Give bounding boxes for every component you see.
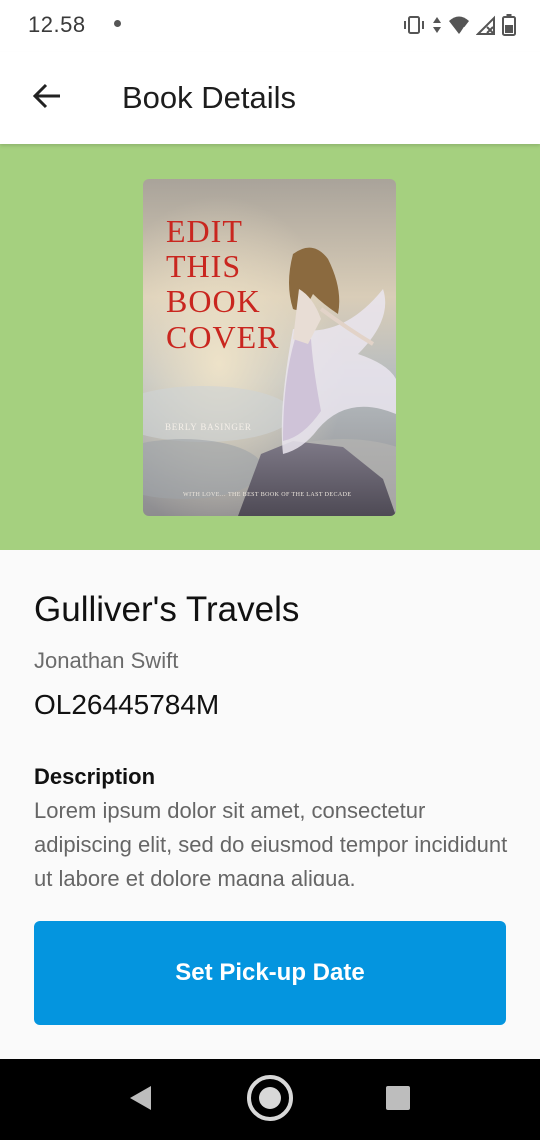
- cover-tagline: WITH LOVE… THE BEST BOOK OF THE LAST DEC…: [183, 492, 352, 498]
- back-button[interactable]: [20, 76, 74, 120]
- notification-dot-icon: [114, 20, 121, 27]
- page-title: Book Details: [122, 80, 297, 115]
- wifi-icon: 4: [448, 15, 470, 35]
- cover-title-line: EDIT: [166, 213, 243, 249]
- square-recents-icon: [385, 1085, 411, 1116]
- cover-title-line: BOOK: [166, 283, 261, 319]
- book-cover-image: EDIT THIS BOOK COVER BERLY BASINGER WITH…: [143, 179, 396, 516]
- cover-title-line: COVER: [166, 319, 280, 355]
- svg-text:4: 4: [461, 26, 466, 35]
- cover-author: BERLY BASINGER: [165, 422, 252, 432]
- status-icons: 4: [402, 12, 516, 38]
- set-pickup-date-button[interactable]: Set Pick-up Date: [34, 921, 506, 1025]
- screen: 12.58 4 Book Details EDIT THIS BOOK COVE…: [0, 0, 540, 1140]
- cover-title-line: THIS: [166, 248, 242, 284]
- nav-back-button[interactable]: [113, 1073, 167, 1127]
- data-transfer-icon: [432, 15, 442, 35]
- description-heading: Description: [34, 764, 156, 789]
- status-bar: 12.58 4: [0, 0, 540, 52]
- status-time: 12.58: [28, 12, 86, 37]
- app-bar: Book Details: [0, 52, 540, 144]
- triangle-back-icon: [127, 1084, 153, 1117]
- battery-icon: [502, 14, 516, 36]
- nav-recents-button[interactable]: [371, 1073, 425, 1127]
- navigation-bar: [0, 1059, 540, 1140]
- book-author: Jonathan Swift: [34, 648, 179, 673]
- description-text: Lorem ipsum dolor sit amet, consectetur …: [34, 798, 508, 886]
- circle-home-icon: [245, 1073, 295, 1128]
- signal-icon: [476, 15, 496, 35]
- book-details: Gulliver's Travels Jonathan Swift OL2644…: [0, 550, 540, 1059]
- book-title: Gulliver's Travels: [34, 590, 300, 629]
- nav-home-button[interactable]: [243, 1073, 297, 1127]
- cover-area: EDIT THIS BOOK COVER BERLY BASINGER WITH…: [0, 144, 540, 550]
- book-id: OL26445784M: [34, 689, 220, 720]
- vibrate-icon: [402, 15, 426, 35]
- arrow-left-icon: [32, 83, 62, 114]
